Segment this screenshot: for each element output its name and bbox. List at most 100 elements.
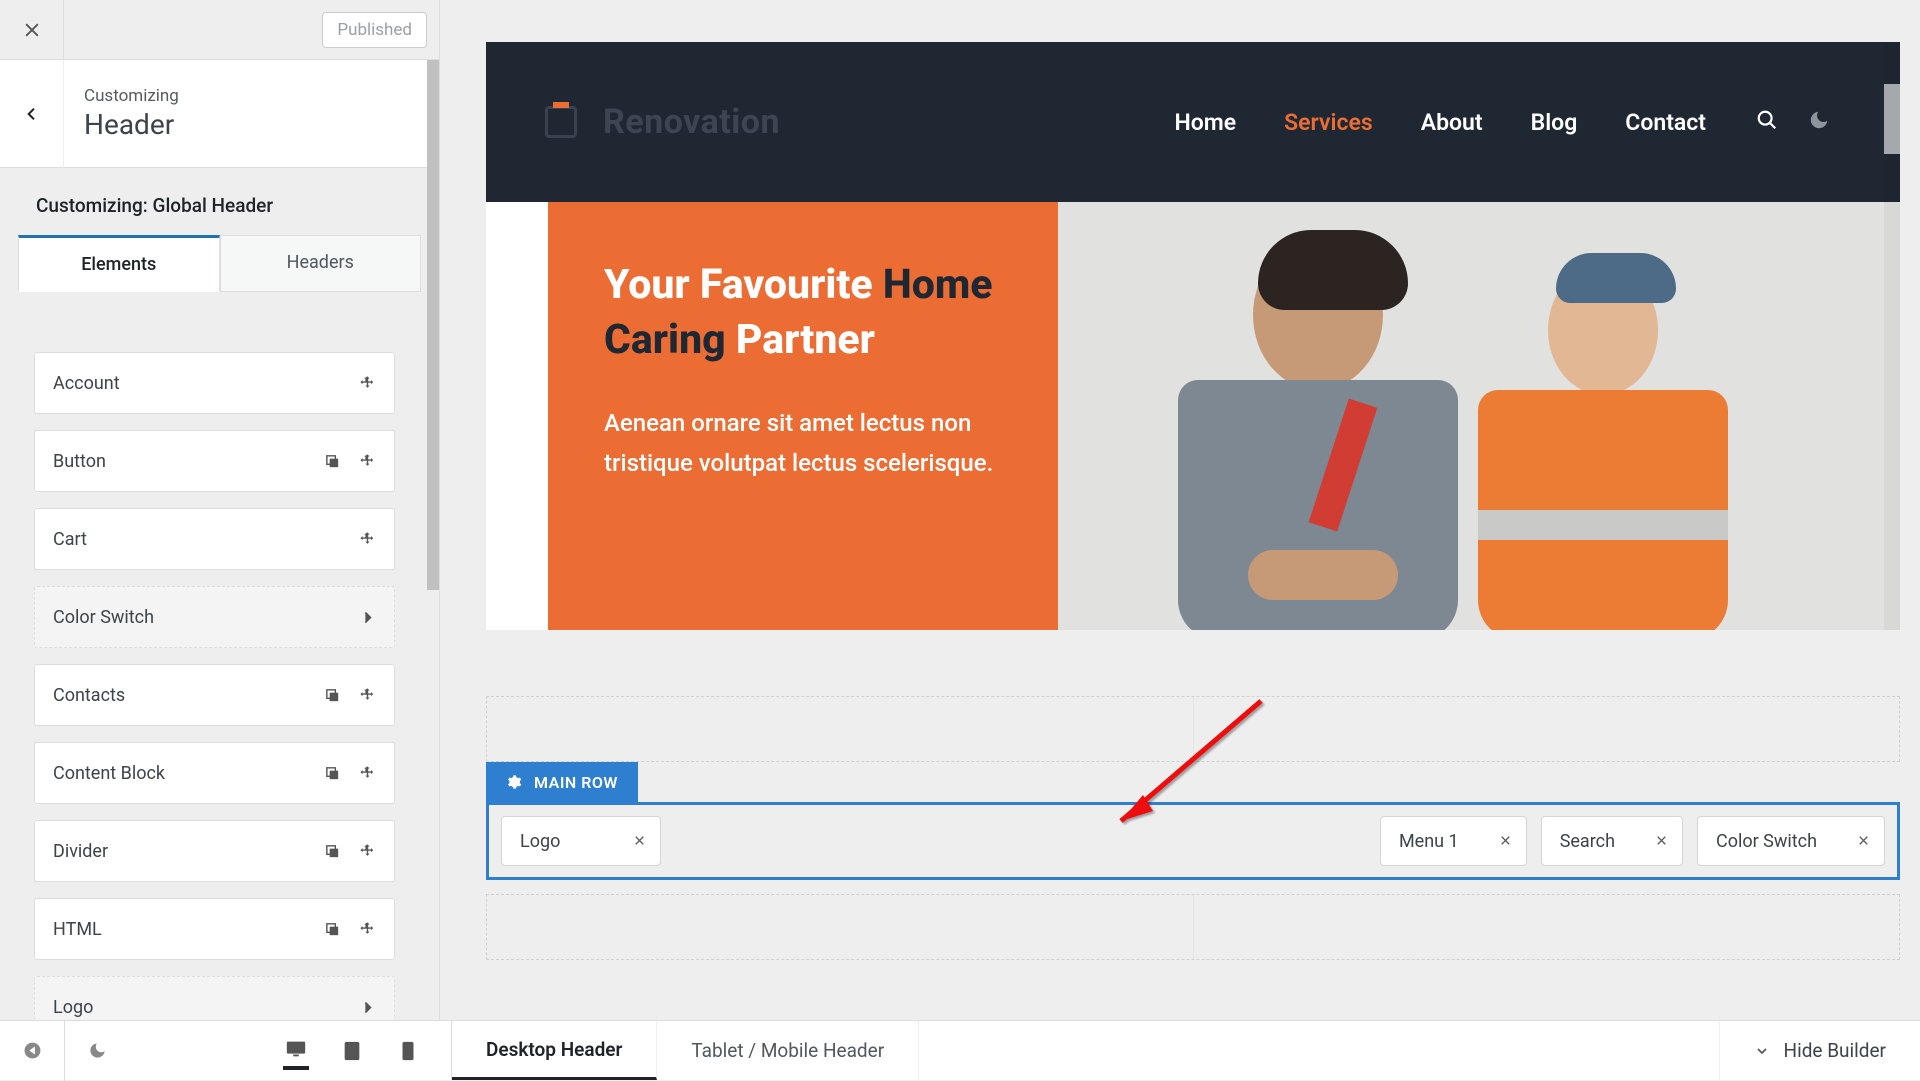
element-label: Contacts [53,685,125,706]
gear-icon [506,774,522,790]
site-preview-frame: Renovation Home Services About Blog Cont… [486,42,1900,630]
tab-elements[interactable]: Elements [18,235,220,292]
element-actions [359,999,376,1016]
element-label: Button [53,451,106,472]
element-label: HTML [53,919,102,940]
hero-title: Your Favourite Home Caring Partner [604,258,1010,369]
elements-list: Account Button Cart Color Switch Contacts Con… [0,324,429,1020]
nav-blog[interactable]: Blog [1531,109,1578,136]
chip-color-switch-remove[interactable] [1857,831,1870,852]
element-item-content-block[interactable]: Content Block [34,742,395,804]
header-builder: MAIN ROW Logo Menu 1 Search Colo [486,696,1900,986]
section-header: Customizing Header [0,60,439,168]
nav-home[interactable]: Home [1174,109,1236,136]
builder-top-row-dropzone[interactable] [486,696,1900,762]
moon-icon [88,1041,107,1060]
element-item-logo[interactable]: Logo [34,976,395,1020]
sub-section-label: Customizing: Global Header [0,168,439,235]
preview-scrollbar[interactable] [1884,84,1900,154]
bottom-bar: Desktop Header Tablet / Mobile Header Hi… [0,1020,1920,1080]
site-header: Renovation Home Services About Blog Cont… [486,42,1900,202]
element-label: Cart [53,529,87,550]
element-item-divider[interactable]: Divider [34,820,395,882]
hero-title-part3: Caring [604,316,736,364]
hero-title-part1: Your Favourite [604,261,883,309]
element-actions [324,687,376,704]
builder-device-tabs: Desktop Header Tablet / Mobile Header [452,1021,919,1080]
dark-mode-icon[interactable] [1808,109,1830,135]
chip-logo-remove[interactable] [633,831,646,852]
primary-nav: Home Services About Blog Contact [1174,109,1706,136]
main-row-settings-button[interactable]: MAIN ROW [486,762,638,802]
builder-bottom-row-dropzone[interactable] [486,894,1900,960]
customizer-sidebar: Published Customizing Header Customizing… [0,0,440,1020]
chip-search[interactable]: Search [1541,816,1683,866]
site-brand-text: Renovation [603,102,780,142]
chip-menu-1[interactable]: Menu 1 [1380,816,1527,866]
chip-menu-1-remove[interactable] [1499,831,1512,852]
sidebar-scrollbar[interactable] [427,60,439,590]
device-mobile-button[interactable] [395,1032,421,1070]
element-item-contacts[interactable]: Contacts [34,664,395,726]
section-title: Header [84,108,179,141]
search-icon[interactable] [1756,109,1778,135]
tab-headers[interactable]: Headers [220,235,422,292]
element-label: Content Block [53,763,165,784]
nav-services[interactable]: Services [1284,109,1373,136]
element-item-account[interactable]: Account [34,352,395,414]
tablet-icon [341,1040,363,1062]
element-label: Divider [53,841,108,862]
element-label: Logo [53,997,93,1018]
main-row-label-text: MAIN ROW [534,773,618,792]
device-desktop-button[interactable] [283,1032,309,1070]
element-actions [324,921,376,938]
element-item-button[interactable]: Button [34,430,395,492]
logo-mark-icon [541,102,581,142]
back-button[interactable] [0,60,64,168]
collapse-sidebar-button[interactable] [0,1021,65,1081]
element-item-html[interactable]: HTML [34,898,395,960]
site-logo[interactable]: Renovation [541,102,780,142]
builder-main-row[interactable]: Logo Menu 1 Search Color Switch [486,802,1900,880]
element-actions [359,531,376,548]
chip-search-remove[interactable] [1655,831,1668,852]
close-customizer-button[interactable] [0,0,64,60]
sidebar-topbar: Published [0,0,439,60]
device-preview-switcher [283,1032,451,1070]
chip-logo[interactable]: Logo [501,816,661,866]
preview-area: Renovation Home Services About Blog Cont… [452,0,1920,1020]
nav-about[interactable]: About [1421,109,1483,136]
element-label: Account [53,373,120,394]
element-actions [324,765,376,782]
tab-desktop-header[interactable]: Desktop Header [452,1021,657,1080]
chevron-left-icon [24,106,40,122]
dark-mode-toggle[interactable] [65,1021,130,1081]
hero-description: Aenean ornare sit amet lectus non tristi… [604,403,1010,485]
hero-text-panel: Your Favourite Home Caring Partner Aenea… [548,202,1058,630]
element-actions [359,375,376,392]
bottom-bar-left [0,1021,452,1080]
hide-builder-label: Hide Builder [1784,1039,1886,1062]
chevron-down-icon [1754,1043,1770,1059]
hero-title-part4: Partner [736,316,875,364]
hide-builder-button[interactable]: Hide Builder [1719,1021,1920,1080]
triangle-left-icon [23,1041,42,1060]
element-actions [324,453,376,470]
hero-person-2 [1478,235,1728,630]
section-eyebrow: Customizing [84,86,179,106]
published-status-button[interactable]: Published [322,12,427,48]
element-item-cart[interactable]: Cart [34,508,395,570]
chip-logo-label: Logo [520,831,560,852]
device-tablet-button[interactable] [339,1032,365,1070]
close-icon [22,20,42,40]
hero-image [1058,202,1900,630]
tab-tablet-mobile-header[interactable]: Tablet / Mobile Header [657,1021,919,1080]
hero-person-1 [1178,230,1458,630]
element-label: Color Switch [53,607,154,628]
element-actions [359,609,376,626]
nav-contact[interactable]: Contact [1625,109,1706,136]
chip-search-label: Search [1560,831,1615,852]
hero-section: Your Favourite Home Caring Partner Aenea… [486,202,1900,630]
chip-color-switch[interactable]: Color Switch [1697,816,1885,866]
element-item-color-switch[interactable]: Color Switch [34,586,395,648]
